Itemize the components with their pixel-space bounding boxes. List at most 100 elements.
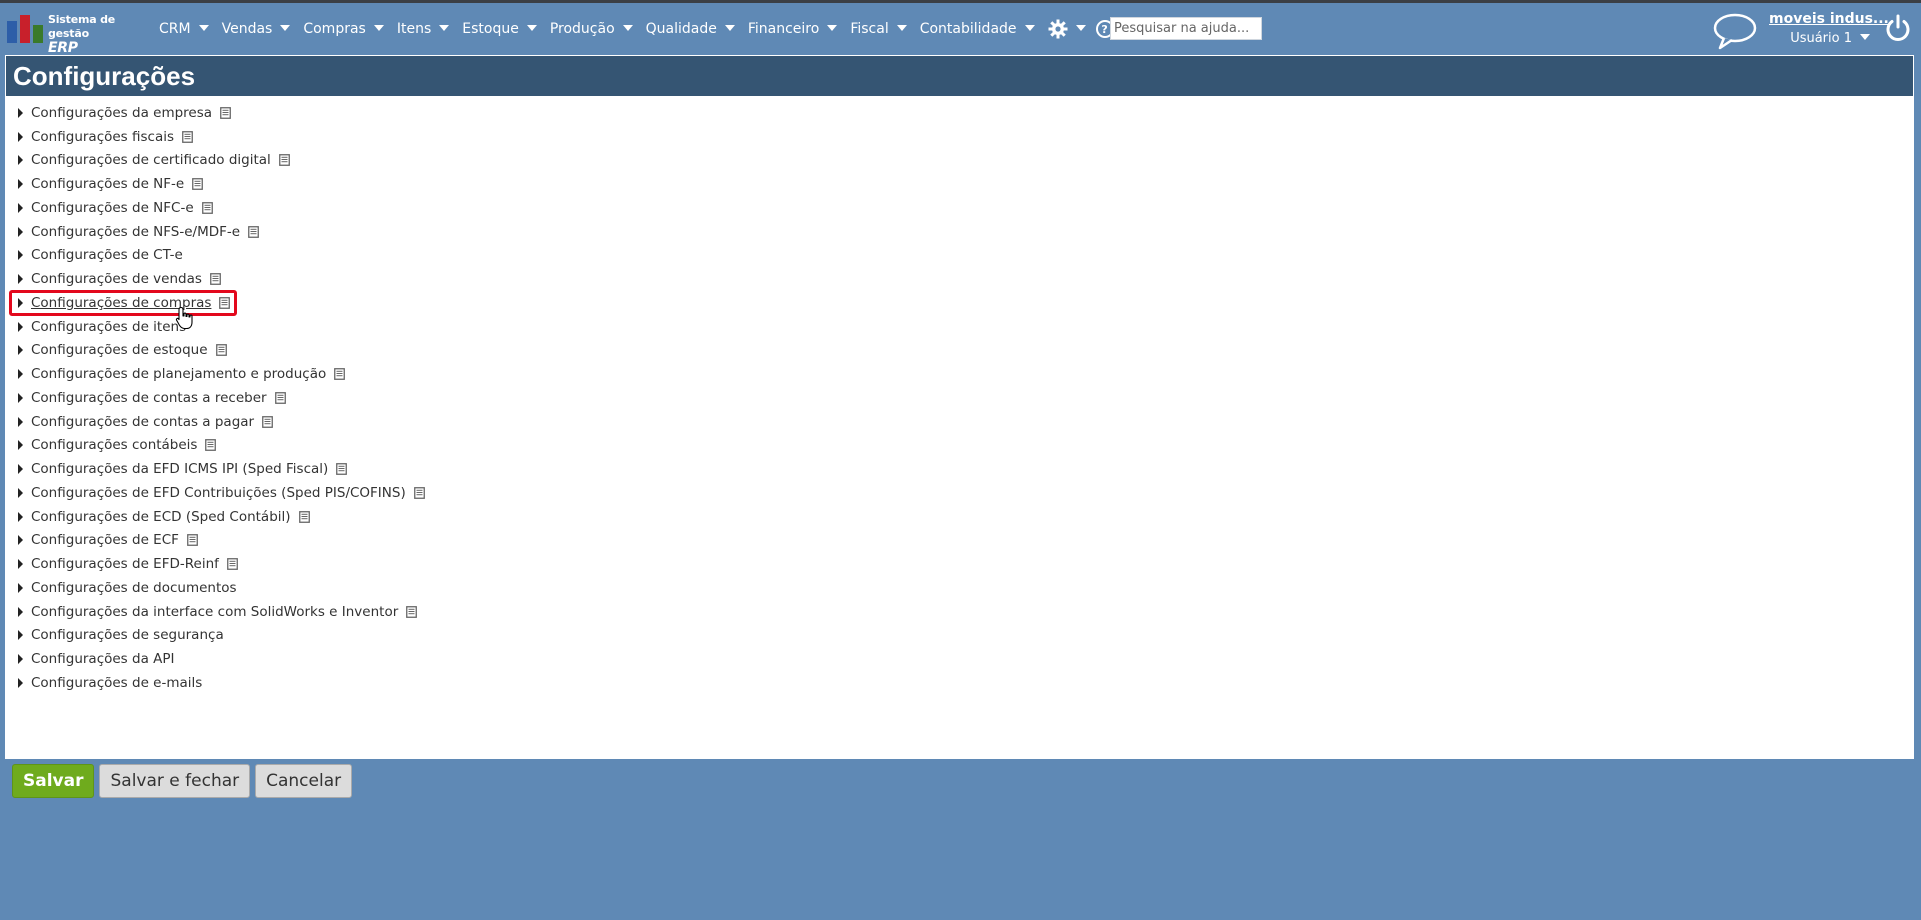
document-icon[interactable] xyxy=(219,296,231,309)
config-item-label[interactable]: Configurações de planejamento e produção xyxy=(31,366,326,382)
expand-arrow-icon[interactable] xyxy=(18,202,23,213)
user-menu[interactable]: Usuário 1 xyxy=(1769,31,1870,46)
config-item-label[interactable]: Configurações da API xyxy=(31,651,175,667)
config-item-label[interactable]: Configurações de itens xyxy=(31,319,186,335)
document-icon[interactable] xyxy=(248,225,259,238)
expand-arrow-icon[interactable] xyxy=(18,345,23,356)
document-icon[interactable] xyxy=(336,463,348,476)
config-item[interactable]: Configurações de estoque xyxy=(15,339,425,363)
menu-crm[interactable]: CRM xyxy=(159,21,209,37)
config-item[interactable]: Configurações de ECF xyxy=(15,529,425,553)
config-item-label[interactable]: Configurações de contas a pagar xyxy=(31,414,254,430)
expand-arrow-icon[interactable] xyxy=(18,487,23,498)
document-icon[interactable] xyxy=(406,605,418,618)
document-icon[interactable] xyxy=(187,534,198,547)
config-item-label[interactable]: Configurações contábeis xyxy=(31,437,197,453)
config-item[interactable]: Configurações de contas a pagar xyxy=(15,410,425,434)
cancel-button[interactable]: Cancelar xyxy=(255,764,353,798)
document-icon[interactable] xyxy=(413,486,425,499)
expand-arrow-icon[interactable] xyxy=(18,630,23,641)
expand-arrow-icon[interactable] xyxy=(18,464,23,475)
config-item[interactable]: Configurações da EFD ICMS IPI (Sped Fisc… xyxy=(15,457,425,481)
config-item[interactable]: Configurações de segurança xyxy=(15,624,425,648)
company-link[interactable]: moveis indus... xyxy=(1769,11,1889,27)
config-item[interactable]: Configurações de ECD (Sped Contábil) xyxy=(15,505,425,529)
erp-logo[interactable]: Sistema de gestão ERP MAXIPROD xyxy=(7,11,147,69)
config-item-label[interactable]: Configurações de NFC-e xyxy=(31,200,194,216)
document-icon[interactable] xyxy=(334,368,346,381)
config-item-label[interactable]: Configurações de estoque xyxy=(31,342,208,358)
config-item-label[interactable]: Configurações da empresa xyxy=(31,105,212,121)
config-item[interactable]: Configurações de compras xyxy=(15,291,425,315)
expand-arrow-icon[interactable] xyxy=(18,321,23,332)
document-icon[interactable] xyxy=(278,154,290,167)
config-item[interactable]: Configurações da API xyxy=(15,647,425,671)
config-item-label[interactable]: Configurações de NFS-e/MDF-e xyxy=(31,224,240,240)
menu-estoque[interactable]: Estoque xyxy=(462,21,537,37)
config-item-label[interactable]: Configurações fiscais xyxy=(31,129,174,145)
expand-arrow-icon[interactable] xyxy=(18,511,23,522)
save-button[interactable]: Salvar xyxy=(12,764,95,798)
chat-icon[interactable] xyxy=(1712,11,1758,51)
menu-itens[interactable]: Itens xyxy=(397,21,450,37)
config-item-label[interactable]: Configurações de CT-e xyxy=(31,247,183,263)
document-icon[interactable] xyxy=(182,130,193,143)
menu-qualidade[interactable]: Qualidade xyxy=(646,21,735,37)
expand-arrow-icon[interactable] xyxy=(18,677,23,688)
document-icon[interactable] xyxy=(210,273,221,286)
expand-arrow-icon[interactable] xyxy=(18,274,23,285)
expand-arrow-icon[interactable] xyxy=(18,369,23,380)
config-item[interactable]: Configurações de EFD Contribuições (Sped… xyxy=(15,481,425,505)
config-item-label[interactable]: Configurações de ECF xyxy=(31,532,179,548)
config-item-label[interactable]: Configurações de segurança xyxy=(31,627,224,643)
power-icon[interactable] xyxy=(1884,14,1912,42)
config-item[interactable]: Configurações de certificado digital xyxy=(15,149,425,173)
config-item[interactable]: Configurações de NFS-e/MDF-e xyxy=(15,220,425,244)
config-item[interactable]: Configurações contábeis xyxy=(15,434,425,458)
menu-financeiro[interactable]: Financeiro xyxy=(748,21,838,37)
config-item[interactable]: Configurações de documentos xyxy=(15,576,425,600)
config-item-label[interactable]: Configurações de ECD (Sped Contábil) xyxy=(31,509,291,525)
config-item-label[interactable]: Configurações de compras xyxy=(31,295,211,311)
expand-arrow-icon[interactable] xyxy=(18,155,23,166)
expand-arrow-icon[interactable] xyxy=(18,297,23,308)
expand-arrow-icon[interactable] xyxy=(18,582,23,593)
config-item-label[interactable]: Configurações de vendas xyxy=(31,271,202,287)
document-icon[interactable] xyxy=(201,201,213,214)
menu-contabilidade[interactable]: Contabilidade xyxy=(920,21,1035,37)
document-icon[interactable] xyxy=(205,439,217,452)
expand-arrow-icon[interactable] xyxy=(18,179,23,190)
expand-arrow-icon[interactable] xyxy=(18,107,23,118)
config-item[interactable]: Configurações de itens xyxy=(15,315,425,339)
expand-arrow-icon[interactable] xyxy=(18,226,23,237)
expand-arrow-icon[interactable] xyxy=(18,559,23,570)
config-item-label[interactable]: Configurações de documentos xyxy=(31,580,237,596)
menu-compras[interactable]: Compras xyxy=(303,21,384,37)
config-item-label[interactable]: Configurações de contas a receber xyxy=(31,390,267,406)
config-item[interactable]: Configurações de EFD-Reinf xyxy=(15,552,425,576)
expand-arrow-icon[interactable] xyxy=(18,131,23,142)
save-and-close-button[interactable]: Salvar e fechar xyxy=(99,764,251,798)
config-item-label[interactable]: Configurações de certificado digital xyxy=(31,152,271,168)
config-item[interactable]: Configurações de NFC-e xyxy=(15,196,425,220)
document-icon[interactable] xyxy=(298,510,310,523)
config-item[interactable]: Configurações de contas a receber xyxy=(15,386,425,410)
config-item-label[interactable]: Configurações de NF-e xyxy=(31,176,184,192)
config-item-label[interactable]: Configurações de EFD-Reinf xyxy=(31,556,219,572)
document-icon[interactable] xyxy=(220,106,231,119)
config-item-label[interactable]: Configurações da interface com SolidWork… xyxy=(31,604,398,620)
config-item[interactable]: Configurações de vendas xyxy=(15,267,425,291)
config-item[interactable]: Configurações da interface com SolidWork… xyxy=(15,600,425,624)
config-item[interactable]: Configurações de e-mails xyxy=(15,671,425,695)
expand-arrow-icon[interactable] xyxy=(18,440,23,451)
config-item[interactable]: Configurações fiscais xyxy=(15,125,425,149)
document-icon[interactable] xyxy=(192,178,204,191)
document-icon[interactable] xyxy=(226,558,238,571)
expand-arrow-icon[interactable] xyxy=(18,606,23,617)
settings-menu[interactable] xyxy=(1048,19,1086,39)
config-item-label[interactable]: Configurações de e-mails xyxy=(31,675,202,691)
config-item[interactable]: Configurações da empresa xyxy=(15,101,425,125)
document-icon[interactable] xyxy=(215,344,227,357)
document-icon[interactable] xyxy=(274,391,286,404)
expand-arrow-icon[interactable] xyxy=(18,392,23,403)
